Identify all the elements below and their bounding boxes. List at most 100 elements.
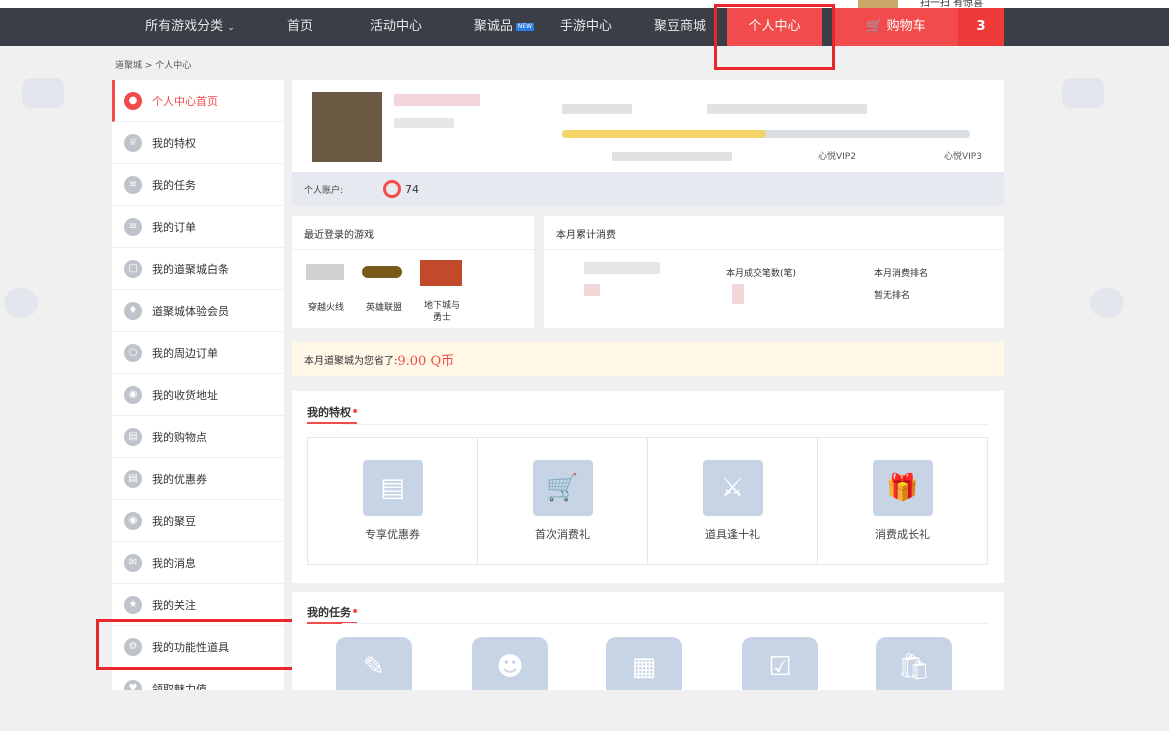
sidebar-item-label: 我的任务	[152, 178, 196, 192]
breadcrumb: 道聚城 > 个人中心	[115, 61, 192, 71]
sidebar-item-shopping-points[interactable]: ▤ 我的购物点	[112, 416, 284, 458]
vip3-label: 心悦VIP3	[944, 152, 982, 162]
sidebar-item-address[interactable]: ◉ 我的收货地址	[112, 374, 284, 416]
sidebar-item-trial-member[interactable]: ♦ 道聚城体验会员	[112, 290, 284, 332]
game-name: 穿越火线	[307, 303, 344, 313]
privilege-tenth-item[interactable]: ⚔ 道具逢十礼	[648, 438, 818, 564]
sidebar-item-tasks[interactable]: ≡ 我的任务	[112, 164, 284, 206]
sidebar: ● 个人中心首页 ♕ 我的特权 ≡ 我的任务 ≡ 我的订单 □ 我的道聚城白条 ♦ 道聚城体…	[112, 80, 284, 690]
sidebar-item-coupons[interactable]: ▤ 我的优惠券	[112, 458, 284, 500]
edit-icon[interactable]: ✎	[336, 637, 412, 697]
sidebar-item-label: 我的道聚城白条	[152, 262, 229, 276]
user-icon: ●	[124, 91, 142, 110]
account-value: 74	[405, 182, 420, 196]
nav-home[interactable]: 首页	[278, 8, 322, 46]
rank-label: 本月消费排名	[874, 269, 929, 279]
privilege-label: 专享优惠券	[365, 528, 420, 541]
star-icon: ★	[124, 595, 142, 614]
privileges-grid: ▤ 专享优惠券 🛒 首次消费礼 ⚔ 道具逢十礼 🎁 消费成长礼	[307, 437, 988, 565]
crossfire-logo[interactable]	[306, 264, 344, 280]
nav-juchengpin[interactable]: 聚诚品 NEW	[466, 8, 542, 46]
divider	[342, 623, 988, 624]
nav-events[interactable]: 活动中心	[362, 8, 430, 46]
user-info-blurred	[394, 118, 454, 128]
checklist-icon[interactable]: ☑	[742, 637, 818, 697]
spend-unit-blurred	[584, 284, 600, 296]
sidebar-item-label: 领取魅力值	[152, 682, 207, 691]
privilege-label: 首次消费礼	[535, 528, 590, 541]
sidebar-item-label: 我的优惠券	[152, 472, 207, 486]
sidebar-item-label: 我的购物点	[152, 430, 207, 444]
sidebar-item-label: 道聚城体验会员	[152, 304, 229, 318]
nav-juchengpin-label: 聚诚品	[473, 19, 513, 34]
qr-code-icon[interactable]: ▦	[606, 637, 682, 697]
order-icon: ≡	[124, 217, 142, 236]
dnf-logo[interactable]	[420, 260, 462, 286]
sidebar-item-label: 我的特权	[152, 136, 196, 150]
sidebar-item-orders[interactable]: ≡ 我的订单	[112, 206, 284, 248]
order-count-blurred	[732, 284, 744, 304]
privileges-header: 我的特权•	[307, 404, 359, 420]
location-icon: ◉	[124, 385, 142, 404]
red-dot-icon: •	[351, 604, 360, 620]
lol-logo[interactable]	[362, 266, 402, 278]
task-icon: ≡	[124, 175, 142, 194]
highlight-functional-items	[96, 619, 295, 670]
gamepad-icon	[22, 78, 64, 108]
qr-thumbnail	[858, 0, 898, 8]
member-icon: ♦	[124, 301, 142, 320]
sidebar-item-merch-orders[interactable]: ○ 我的周边订单	[112, 332, 284, 374]
ticket-icon: ▤	[362, 460, 423, 516]
savings-text: 本月道聚城为您省了:	[304, 355, 398, 367]
controller-buttons-icon	[1090, 288, 1124, 318]
account-label: 个人账户:	[304, 185, 344, 196]
controller-buttons-icon	[4, 288, 38, 318]
profile-card-icon[interactable]: ☻	[472, 637, 548, 697]
sidebar-item-privileges[interactable]: ♕ 我的特权	[112, 122, 284, 164]
recent-games-title: 最近登录的游戏	[292, 216, 534, 250]
profile-panel: 心悦VIP2 心悦VIP3	[292, 80, 1004, 172]
progress-text-blurred	[612, 152, 732, 161]
coupon-icon: ▤	[124, 469, 142, 488]
account-bar: 个人账户: 74	[292, 172, 1004, 206]
credit-icon: □	[124, 259, 142, 278]
privilege-growth[interactable]: 🎁 消费成长礼	[818, 438, 987, 564]
game-name: 地下城与勇士	[423, 301, 460, 323]
gift-growth-icon: 🎁	[872, 460, 933, 516]
top-nav: 所有游戏分类 ⌄ 首页 活动中心 聚诚品 NEW 手游中心 聚豆商城 个人中心 🛒…	[0, 8, 1169, 46]
cart-gift-icon: 🛒	[532, 460, 593, 516]
sidebar-item-label: 个人中心首页	[152, 94, 218, 108]
mail-icon: ✉	[124, 553, 142, 572]
gamepad-icon	[1062, 78, 1104, 108]
savings-bar: 本月道聚城为您省了: 9.00 Q币	[292, 342, 1004, 376]
crown-icon: ♕	[124, 133, 142, 152]
sidebar-item-label: 我的关注	[152, 598, 196, 612]
shopping-bag-icon[interactable]: 🛍	[876, 637, 952, 697]
monthly-spend-panel: 本月累计消费 本月成交笔数(笔) 本月消费排名 暂无排名	[544, 216, 1004, 328]
privilege-first-purchase[interactable]: 🛒 首次消费礼	[478, 438, 648, 564]
vip2-label: 心悦VIP2	[818, 152, 856, 162]
privilege-coupon[interactable]: ▤ 专享优惠券	[308, 438, 478, 564]
heart-icon: ♥	[124, 679, 142, 690]
sidebar-item-messages[interactable]: ✉ 我的消息	[112, 542, 284, 584]
cart-icon: 🛒	[866, 19, 883, 34]
sidebar-item-charm[interactable]: ♥ 领取魅力值	[112, 668, 284, 690]
points-icon: ▤	[124, 427, 142, 446]
highlight-personal-center	[714, 4, 835, 70]
nav-judou-mall[interactable]: 聚豆商城	[646, 8, 714, 46]
order-count-label: 本月成交笔数(笔)	[726, 269, 797, 279]
sidebar-item-label: 我的消息	[152, 556, 196, 570]
nav-categories[interactable]: 所有游戏分类 ⌄	[130, 8, 250, 46]
game-name: 英雄联盟	[365, 303, 402, 313]
red-dot-icon: •	[351, 404, 360, 420]
privileges-title: 我的特权	[307, 406, 351, 419]
sidebar-item-home[interactable]: ● 个人中心首页	[112, 80, 284, 122]
sidebar-item-judou[interactable]: ◉ 我的聚豆	[112, 500, 284, 542]
recent-games-panel: 最近登录的游戏 穿越火线 英雄联盟 地下城与勇士	[292, 216, 534, 328]
nav-cart-label: 购物车	[886, 19, 926, 34]
rank-value: 暂无排名	[874, 291, 911, 301]
nav-mobile[interactable]: 手游中心	[552, 8, 620, 46]
sidebar-item-credit[interactable]: □ 我的道聚城白条	[112, 248, 284, 290]
sidebar-item-label: 我的聚豆	[152, 514, 196, 528]
nav-cart[interactable]: 🛒 购物车	[834, 8, 958, 46]
